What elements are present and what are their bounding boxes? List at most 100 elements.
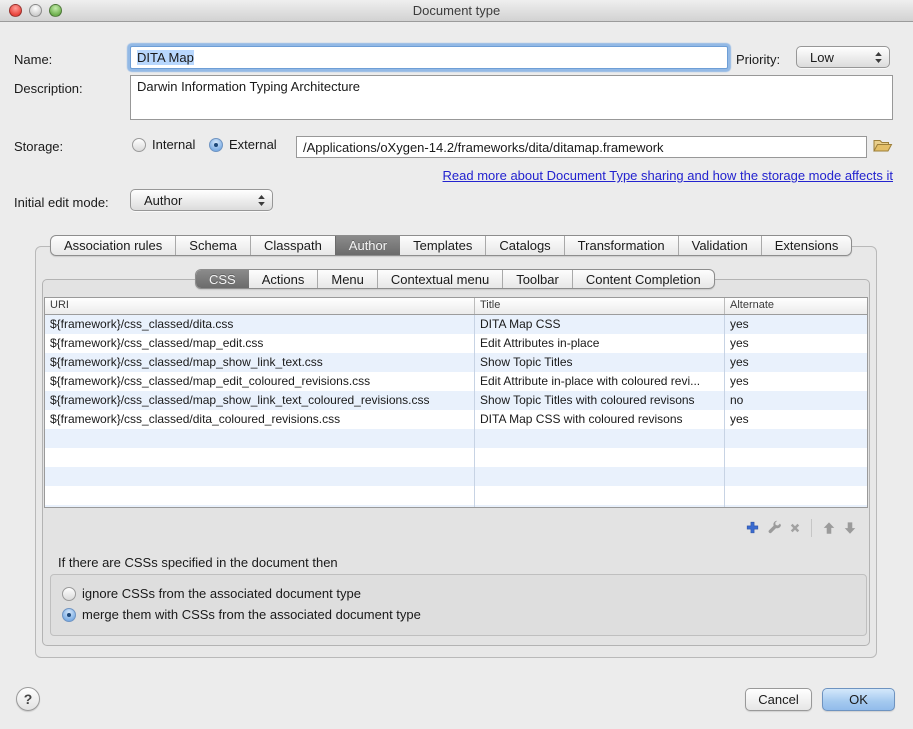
priority-select[interactable]: Low <box>796 46 890 68</box>
cell-alternate: yes <box>725 315 867 334</box>
browse-folder-button[interactable] <box>872 136 893 158</box>
storage-external-radio[interactable]: External <box>209 137 277 152</box>
tab-templates[interactable]: Templates <box>400 236 485 255</box>
cancel-button[interactable]: Cancel <box>745 688 812 711</box>
empty-table-row <box>45 429 867 448</box>
move-down-button[interactable] <box>839 518 860 537</box>
storage-internal-label: Internal <box>152 137 195 152</box>
subtab-toolbar[interactable]: Toolbar <box>502 270 572 288</box>
arrow-down-icon <box>843 521 857 535</box>
storage-external-label: External <box>229 137 277 152</box>
css-options-heading: If there are CSSs specified in the docum… <box>58 555 338 570</box>
radio-checked-icon <box>62 608 76 622</box>
move-up-button[interactable] <box>818 518 839 537</box>
cell-title: Show Topic Titles with coloured revisons <box>475 391 725 410</box>
storage-label: Storage: <box>14 139 63 154</box>
css-options-groupbox <box>50 574 867 636</box>
table-row[interactable]: ${framework}/css_classed/map_edit.css Ed… <box>45 334 867 353</box>
document-type-dialog: Document type Name: DITA Map Priority: L… <box>0 0 913 729</box>
wrench-icon <box>766 520 782 536</box>
cell-uri: ${framework}/css_classed/map_show_link_t… <box>45 353 475 372</box>
arrow-up-icon <box>822 521 836 535</box>
cell-uri: ${framework}/css_classed/map_show_link_t… <box>45 391 475 410</box>
column-header-title[interactable]: Title <box>475 298 725 314</box>
edit-mode-value: Author <box>144 193 257 208</box>
ok-button[interactable]: OK <box>822 688 895 711</box>
tab-author[interactable]: Author <box>335 236 400 255</box>
tab-extensions[interactable]: Extensions <box>761 236 852 255</box>
storage-internal-radio[interactable]: Internal <box>132 137 195 152</box>
ignore-css-radio[interactable]: ignore CSSs from the associated document… <box>62 586 361 601</box>
storage-path-input[interactable]: /Applications/oXygen-14.2/frameworks/dit… <box>296 136 867 158</box>
description-label: Description: <box>14 81 83 96</box>
description-input[interactable]: Darwin Information Typing Architecture <box>130 75 893 120</box>
merge-css-radio[interactable]: merge them with CSSs from the associated… <box>62 607 421 622</box>
table-row[interactable]: ${framework}/css_classed/dita_coloured_r… <box>45 410 867 429</box>
empty-table-row <box>45 448 867 467</box>
empty-table-row <box>45 486 867 505</box>
x-icon <box>788 521 802 535</box>
radio-icon <box>62 587 76 601</box>
ignore-css-label: ignore CSSs from the associated document… <box>82 586 361 601</box>
cell-title: DITA Map CSS <box>475 315 725 334</box>
sub-tab-bar: CSS Actions Menu Contextual menu Toolbar… <box>195 269 715 289</box>
subtab-content-completion[interactable]: Content Completion <box>572 270 714 288</box>
name-label: Name: <box>14 52 52 67</box>
subtab-actions[interactable]: Actions <box>249 270 318 288</box>
toolbar-divider <box>811 519 812 537</box>
priority-value: Low <box>810 50 874 65</box>
name-input-value: DITA Map <box>137 50 194 65</box>
table-row[interactable]: ${framework}/css_classed/dita.css DITA M… <box>45 315 867 334</box>
window-title: Document type <box>0 3 913 18</box>
cell-alternate: no <box>725 391 867 410</box>
cancel-label: Cancel <box>758 692 798 707</box>
stepper-arrows-icon <box>257 194 266 207</box>
tab-classpath[interactable]: Classpath <box>250 236 335 255</box>
cell-alternate: yes <box>725 410 867 429</box>
table-row[interactable]: ${framework}/css_classed/map_show_link_t… <box>45 353 867 372</box>
tab-transformation[interactable]: Transformation <box>564 236 678 255</box>
subtab-css[interactable]: CSS <box>196 270 249 288</box>
cell-alternate: yes <box>725 372 867 391</box>
ok-label: OK <box>849 692 868 707</box>
help-label: ? <box>24 691 33 707</box>
cell-uri: ${framework}/css_classed/map_edit.css <box>45 334 475 353</box>
edit-button[interactable] <box>763 518 784 537</box>
titlebar: Document type <box>0 0 913 22</box>
storage-path-value: /Applications/oXygen-14.2/frameworks/dit… <box>303 140 664 155</box>
subtab-contextual-menu[interactable]: Contextual menu <box>377 270 502 288</box>
tab-schema[interactable]: Schema <box>175 236 250 255</box>
edit-mode-label: Initial edit mode: <box>14 195 109 210</box>
table-row[interactable]: ${framework}/css_classed/map_show_link_t… <box>45 391 867 410</box>
empty-table-row <box>45 467 867 486</box>
tab-validation[interactable]: Validation <box>678 236 761 255</box>
column-header-uri[interactable]: URI <box>45 298 475 314</box>
cell-title: DITA Map CSS with coloured revisons <box>475 410 725 429</box>
cell-title: Show Topic Titles <box>475 353 725 372</box>
cell-alternate: yes <box>725 353 867 372</box>
table-row[interactable]: ${framework}/css_classed/map_edit_colour… <box>45 372 867 391</box>
help-button[interactable]: ? <box>16 687 40 711</box>
column-header-alternate[interactable]: Alternate <box>725 298 867 314</box>
remove-button[interactable] <box>784 518 805 537</box>
cell-title: Edit Attributes in-place <box>475 334 725 353</box>
priority-label: Priority: <box>736 52 780 67</box>
radio-icon <box>132 138 146 152</box>
css-table[interactable]: URI Title Alternate ${framework}/css_cla… <box>44 297 868 508</box>
edit-mode-select[interactable]: Author <box>130 189 273 211</box>
cell-alternate: yes <box>725 334 867 353</box>
tab-catalogs[interactable]: Catalogs <box>485 236 563 255</box>
radio-checked-icon <box>209 138 223 152</box>
sharing-info-link[interactable]: Read more about Document Type sharing an… <box>443 168 893 183</box>
cell-uri: ${framework}/css_classed/dita.css <box>45 315 475 334</box>
description-input-value: Darwin Information Typing Architecture <box>137 79 360 94</box>
plus-icon <box>745 520 760 535</box>
tab-association-rules[interactable]: Association rules <box>51 236 175 255</box>
table-toolbar <box>742 518 860 537</box>
name-input[interactable]: DITA Map <box>130 46 728 69</box>
add-button[interactable] <box>742 518 763 537</box>
subtab-menu[interactable]: Menu <box>317 270 377 288</box>
cell-uri: ${framework}/css_classed/map_edit_colour… <box>45 372 475 391</box>
cell-title: Edit Attribute in-place with coloured re… <box>475 372 725 391</box>
css-table-header: URI Title Alternate <box>45 298 867 315</box>
